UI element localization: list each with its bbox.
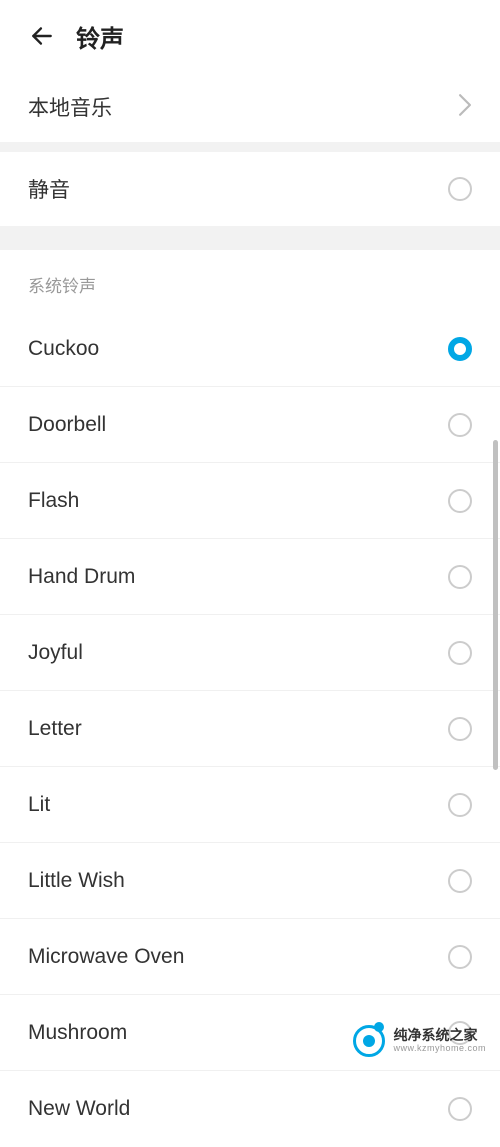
scrollbar[interactable] <box>493 440 498 770</box>
ringtone-label: New World <box>28 1097 130 1121</box>
ringtone-row[interactable]: Cuckoo <box>0 311 500 387</box>
watermark: 纯净系统之家 www.kzmyhome.com <box>0 1019 500 1065</box>
divider-gap <box>0 142 500 152</box>
ringtone-label: Microwave Oven <box>28 945 184 969</box>
radio-unselected[interactable] <box>448 869 472 893</box>
radio-unselected[interactable] <box>448 945 472 969</box>
ringtone-row[interactable]: Doorbell <box>0 387 500 463</box>
ringtone-label: Cuckoo <box>28 337 99 361</box>
watermark-text: 纯净系统之家 www.kzmyhome.com <box>393 1028 486 1053</box>
back-icon[interactable] <box>28 22 56 50</box>
ringtone-row[interactable]: Flash <box>0 463 500 539</box>
system-ringtones-header: 系统铃声 <box>0 250 500 311</box>
ringtone-label: Flash <box>28 489 79 513</box>
silent-label: 静音 <box>28 174 70 204</box>
divider-gap <box>0 226 500 250</box>
ringtone-label: Little Wish <box>28 869 125 893</box>
radio-unselected[interactable] <box>448 413 472 437</box>
ringtone-label: Joyful <box>28 641 83 665</box>
ringtone-row[interactable]: Hand Drum <box>0 539 500 615</box>
section-label: 系统铃声 <box>28 277 96 296</box>
ringtone-row[interactable]: Joyful <box>0 615 500 691</box>
ringtone-label: Letter <box>28 717 82 741</box>
watermark-en: www.kzmyhome.com <box>393 1044 486 1054</box>
ringtone-row[interactable]: New World <box>0 1071 500 1147</box>
local-music-row[interactable]: 本地音乐 <box>0 72 500 142</box>
header-bar: 铃声 <box>0 0 500 72</box>
ringtone-label: Lit <box>28 793 50 817</box>
page-title: 铃声 <box>76 19 124 54</box>
radio-selected[interactable] <box>448 337 472 361</box>
radio-unselected[interactable] <box>448 641 472 665</box>
local-music-label: 本地音乐 <box>28 92 112 122</box>
ringtone-row[interactable]: Little Wish <box>0 843 500 919</box>
radio-unselected[interactable] <box>448 565 472 589</box>
chevron-right-icon <box>458 94 472 121</box>
ringtone-label: Hand Drum <box>28 565 135 589</box>
radio-unselected[interactable] <box>448 793 472 817</box>
watermark-cn: 纯净系统之家 <box>393 1028 477 1043</box>
ringtone-row[interactable]: Lit <box>0 767 500 843</box>
silent-row[interactable]: 静音 <box>0 152 500 226</box>
ringtone-row[interactable]: Microwave Oven <box>0 919 500 995</box>
radio-unselected[interactable] <box>448 489 472 513</box>
radio-unselected[interactable] <box>448 177 472 201</box>
radio-unselected[interactable] <box>448 1097 472 1121</box>
watermark-logo-icon <box>353 1025 385 1057</box>
ringtone-label: Doorbell <box>28 413 106 437</box>
radio-unselected[interactable] <box>448 717 472 741</box>
ringtone-row[interactable]: Letter <box>0 691 500 767</box>
